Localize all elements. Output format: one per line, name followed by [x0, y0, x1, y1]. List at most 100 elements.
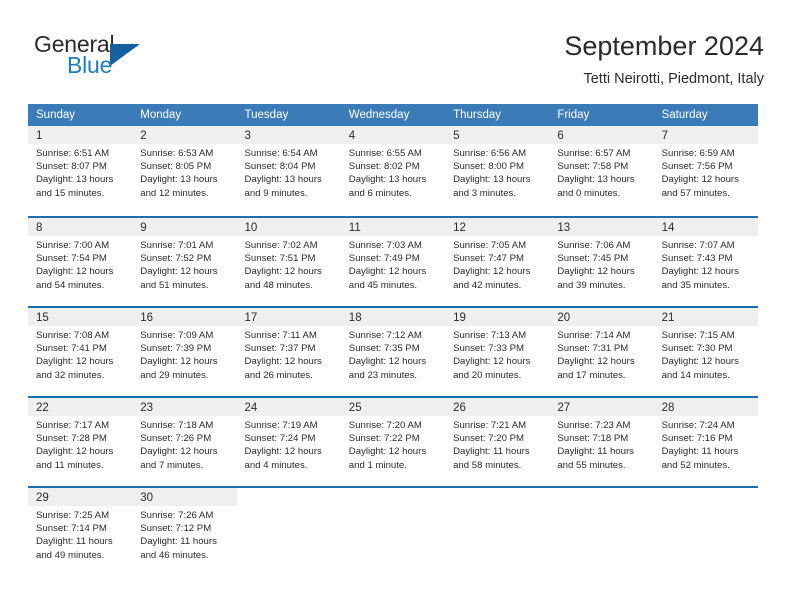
daylight-text-line1: Daylight: 11 hours [453, 446, 530, 458]
day-info: Sunrise: 7:12 AM Sunset: 7:35 PM Daylight:… [341, 326, 445, 382]
empty-day-cell [653, 488, 758, 576]
day-cell[interactable]: 29 Sunrise: 7:25 AM Sunset: 7:14 PM Dayligh… [28, 488, 133, 576]
daylight-text-line1: Daylight: 13 hours [140, 174, 218, 186]
sunrise-text: Sunrise: 6:59 AM [661, 148, 735, 159]
day-number-band: 5 [445, 126, 550, 144]
sunrise-text: Sunrise: 7:13 AM [453, 330, 527, 341]
sunrise-text: Sunrise: 6:53 AM [140, 148, 214, 159]
day-cell[interactable]: 5 Sunrise: 6:56 AM Sunset: 8:00 PM Daylight… [445, 126, 550, 216]
sunrise-text: Sunrise: 6:57 AM [557, 148, 631, 159]
sunset-text: Sunset: 7:30 PM [661, 343, 733, 355]
day-cell[interactable]: 3 Sunrise: 6:54 AM Sunset: 8:04 PM Daylight… [236, 126, 341, 216]
sunset-text: Sunset: 7:24 PM [244, 433, 316, 445]
weekday-header-friday: Friday [557, 109, 590, 121]
daylight-text-line2: and 42 minutes. [453, 279, 522, 291]
day-cell[interactable]: 7 Sunrise: 6:59 AM Sunset: 7:56 PM Daylight… [653, 126, 758, 216]
day-number-band: 30 [132, 488, 237, 506]
day-cell[interactable]: 25 Sunrise: 7:20 AM Sunset: 7:22 PM Dayligh… [340, 398, 446, 486]
day-info: Sunrise: 7:25 AM Sunset: 7:14 PM Daylight:… [28, 506, 132, 562]
general-blue-logo[interactable]: General Blue [34, 32, 214, 88]
daylight-text-line1: Daylight: 12 hours [140, 266, 218, 278]
title-block: September 2024 Tetti Neirotti, Piedmont,… [564, 28, 764, 90]
daylight-text-line2: and 51 minutes. [140, 279, 209, 291]
day-info: Sunrise: 7:11 AM Sunset: 7:37 PM Daylight:… [237, 326, 341, 382]
sunset-text: Sunset: 7:56 PM [661, 161, 733, 173]
day-cell[interactable]: 16 Sunrise: 7:09 AM Sunset: 7:39 PM Dayligh… [132, 308, 237, 396]
day-info: Sunrise: 6:53 AM Sunset: 8:05 PM Daylight:… [132, 144, 236, 200]
sunset-text: Sunset: 8:04 PM [244, 161, 316, 173]
day-number-band: 11 [340, 218, 446, 236]
day-cell[interactable]: 11 Sunrise: 7:03 AM Sunset: 7:49 PM Dayligh… [340, 218, 446, 306]
sunrise-text: Sunrise: 7:24 AM [661, 420, 735, 431]
weeks-container: 1 Sunrise: 6:51 AM Sunset: 8:07 PM Daylight… [28, 126, 758, 576]
day-number-band: 2 [132, 126, 237, 144]
day-number: 23 [140, 402, 154, 414]
week-row: 15 Sunrise: 7:08 AM Sunset: 7:41 PM Dayligh… [28, 306, 758, 396]
day-number-band: 17 [236, 308, 341, 326]
day-number-band: 15 [28, 308, 133, 326]
day-cell[interactable]: 22 Sunrise: 7:17 AM Sunset: 7:28 PM Dayligh… [28, 398, 133, 486]
day-cell[interactable]: 17 Sunrise: 7:11 AM Sunset: 7:37 PM Dayligh… [236, 308, 341, 396]
day-cell[interactable]: 23 Sunrise: 7:18 AM Sunset: 7:26 PM Dayligh… [132, 398, 237, 486]
day-cell[interactable]: 13 Sunrise: 7:06 AM Sunset: 7:45 PM Dayligh… [549, 218, 654, 306]
day-cell[interactable]: 2 Sunrise: 6:53 AM Sunset: 8:05 PM Daylight… [132, 126, 237, 216]
day-number: 3 [244, 130, 251, 142]
day-number: 22 [36, 402, 49, 414]
day-cell[interactable]: 14 Sunrise: 7:07 AM Sunset: 7:43 PM Dayligh… [653, 218, 758, 306]
sunrise-text: Sunrise: 7:11 AM [244, 330, 317, 341]
day-number: 2 [140, 130, 147, 142]
day-number-band: 1 [28, 126, 133, 144]
weekday-header-saturday: Saturday [661, 109, 708, 121]
day-number: 7 [661, 130, 668, 142]
sunrise-text: Sunrise: 6:51 AM [36, 148, 110, 159]
daylight-text-line1: Daylight: 12 hours [244, 266, 322, 278]
day-cell[interactable]: 26 Sunrise: 7:21 AM Sunset: 7:20 PM Dayligh… [445, 398, 550, 486]
day-number: 5 [453, 130, 460, 142]
sunrise-text: Sunrise: 7:15 AM [661, 330, 735, 341]
day-number: 28 [661, 402, 675, 414]
day-number: 18 [348, 312, 362, 324]
day-cell[interactable]: 12 Sunrise: 7:05 AM Sunset: 7:47 PM Dayligh… [445, 218, 550, 306]
sunset-text: Sunset: 7:18 PM [557, 433, 629, 445]
daylight-text-line2: and 15 minutes. [36, 187, 105, 199]
day-cell[interactable]: 15 Sunrise: 7:08 AM Sunset: 7:41 PM Dayligh… [28, 308, 133, 396]
daylight-text-line2: and 23 minutes. [348, 369, 418, 381]
day-cell[interactable]: 9 Sunrise: 7:01 AM Sunset: 7:52 PM Daylight… [132, 218, 237, 306]
day-info: Sunrise: 7:17 AM Sunset: 7:28 PM Daylight:… [28, 416, 132, 472]
sunset-text: Sunset: 7:22 PM [348, 433, 420, 445]
day-info: Sunrise: 7:15 AM Sunset: 7:30 PM Daylight:… [654, 326, 758, 382]
daylight-text-line1: Daylight: 12 hours [36, 266, 114, 278]
daylight-text-line2: and 35 minutes. [661, 279, 730, 291]
daylight-text-line2: and 6 minutes. [348, 187, 412, 199]
day-cell[interactable]: 10 Sunrise: 7:02 AM Sunset: 7:51 PM Dayligh… [236, 218, 341, 306]
sunrise-text: Sunrise: 7:23 AM [557, 420, 631, 431]
day-number: 10 [244, 222, 258, 234]
day-cell[interactable]: 8 Sunrise: 7:00 AM Sunset: 7:54 PM Daylight… [28, 218, 133, 306]
day-number-band: 20 [549, 308, 654, 326]
day-number: 26 [453, 402, 466, 414]
day-cell[interactable]: 1 Sunrise: 6:51 AM Sunset: 8:07 PM Daylight… [28, 126, 133, 216]
empty-day-cell [340, 488, 446, 576]
day-number-band: 26 [445, 398, 550, 416]
day-cell[interactable]: 6 Sunrise: 6:57 AM Sunset: 7:58 PM Daylight… [549, 126, 654, 216]
daylight-text-line1: Daylight: 13 hours [453, 174, 531, 186]
day-cell[interactable]: 19 Sunrise: 7:13 AM Sunset: 7:33 PM Dayligh… [445, 308, 550, 396]
day-number: 1 [36, 130, 43, 142]
day-cell[interactable]: 21 Sunrise: 7:15 AM Sunset: 7:30 PM Dayligh… [653, 308, 758, 396]
day-cell[interactable]: 30 Sunrise: 7:26 AM Sunset: 7:12 PM Dayligh… [132, 488, 237, 576]
sunset-text: Sunset: 7:43 PM [661, 253, 733, 265]
page-title: September 2024 [564, 31, 764, 61]
day-cell[interactable]: 18 Sunrise: 7:12 AM Sunset: 7:35 PM Dayligh… [340, 308, 446, 396]
day-cell[interactable]: 27 Sunrise: 7:23 AM Sunset: 7:18 PM Dayligh… [549, 398, 654, 486]
daylight-text-line2: and 39 minutes. [557, 279, 626, 291]
day-cell[interactable]: 20 Sunrise: 7:14 AM Sunset: 7:31 PM Dayligh… [549, 308, 654, 396]
day-cell[interactable]: 24 Sunrise: 7:19 AM Sunset: 7:24 PM Dayligh… [236, 398, 341, 486]
daylight-text-line1: Daylight: 12 hours [453, 356, 531, 368]
day-number-band: 16 [132, 308, 237, 326]
day-cell[interactable]: 28 Sunrise: 7:24 AM Sunset: 7:16 PM Dayligh… [653, 398, 758, 486]
daylight-text-line2: and 46 minutes. [140, 549, 209, 561]
day-number-band: 7 [653, 126, 758, 144]
day-number-band: 12 [445, 218, 550, 236]
day-cell[interactable]: 4 Sunrise: 6:55 AM Sunset: 8:02 PM Daylight… [340, 126, 446, 216]
day-number-band: 24 [236, 398, 341, 416]
